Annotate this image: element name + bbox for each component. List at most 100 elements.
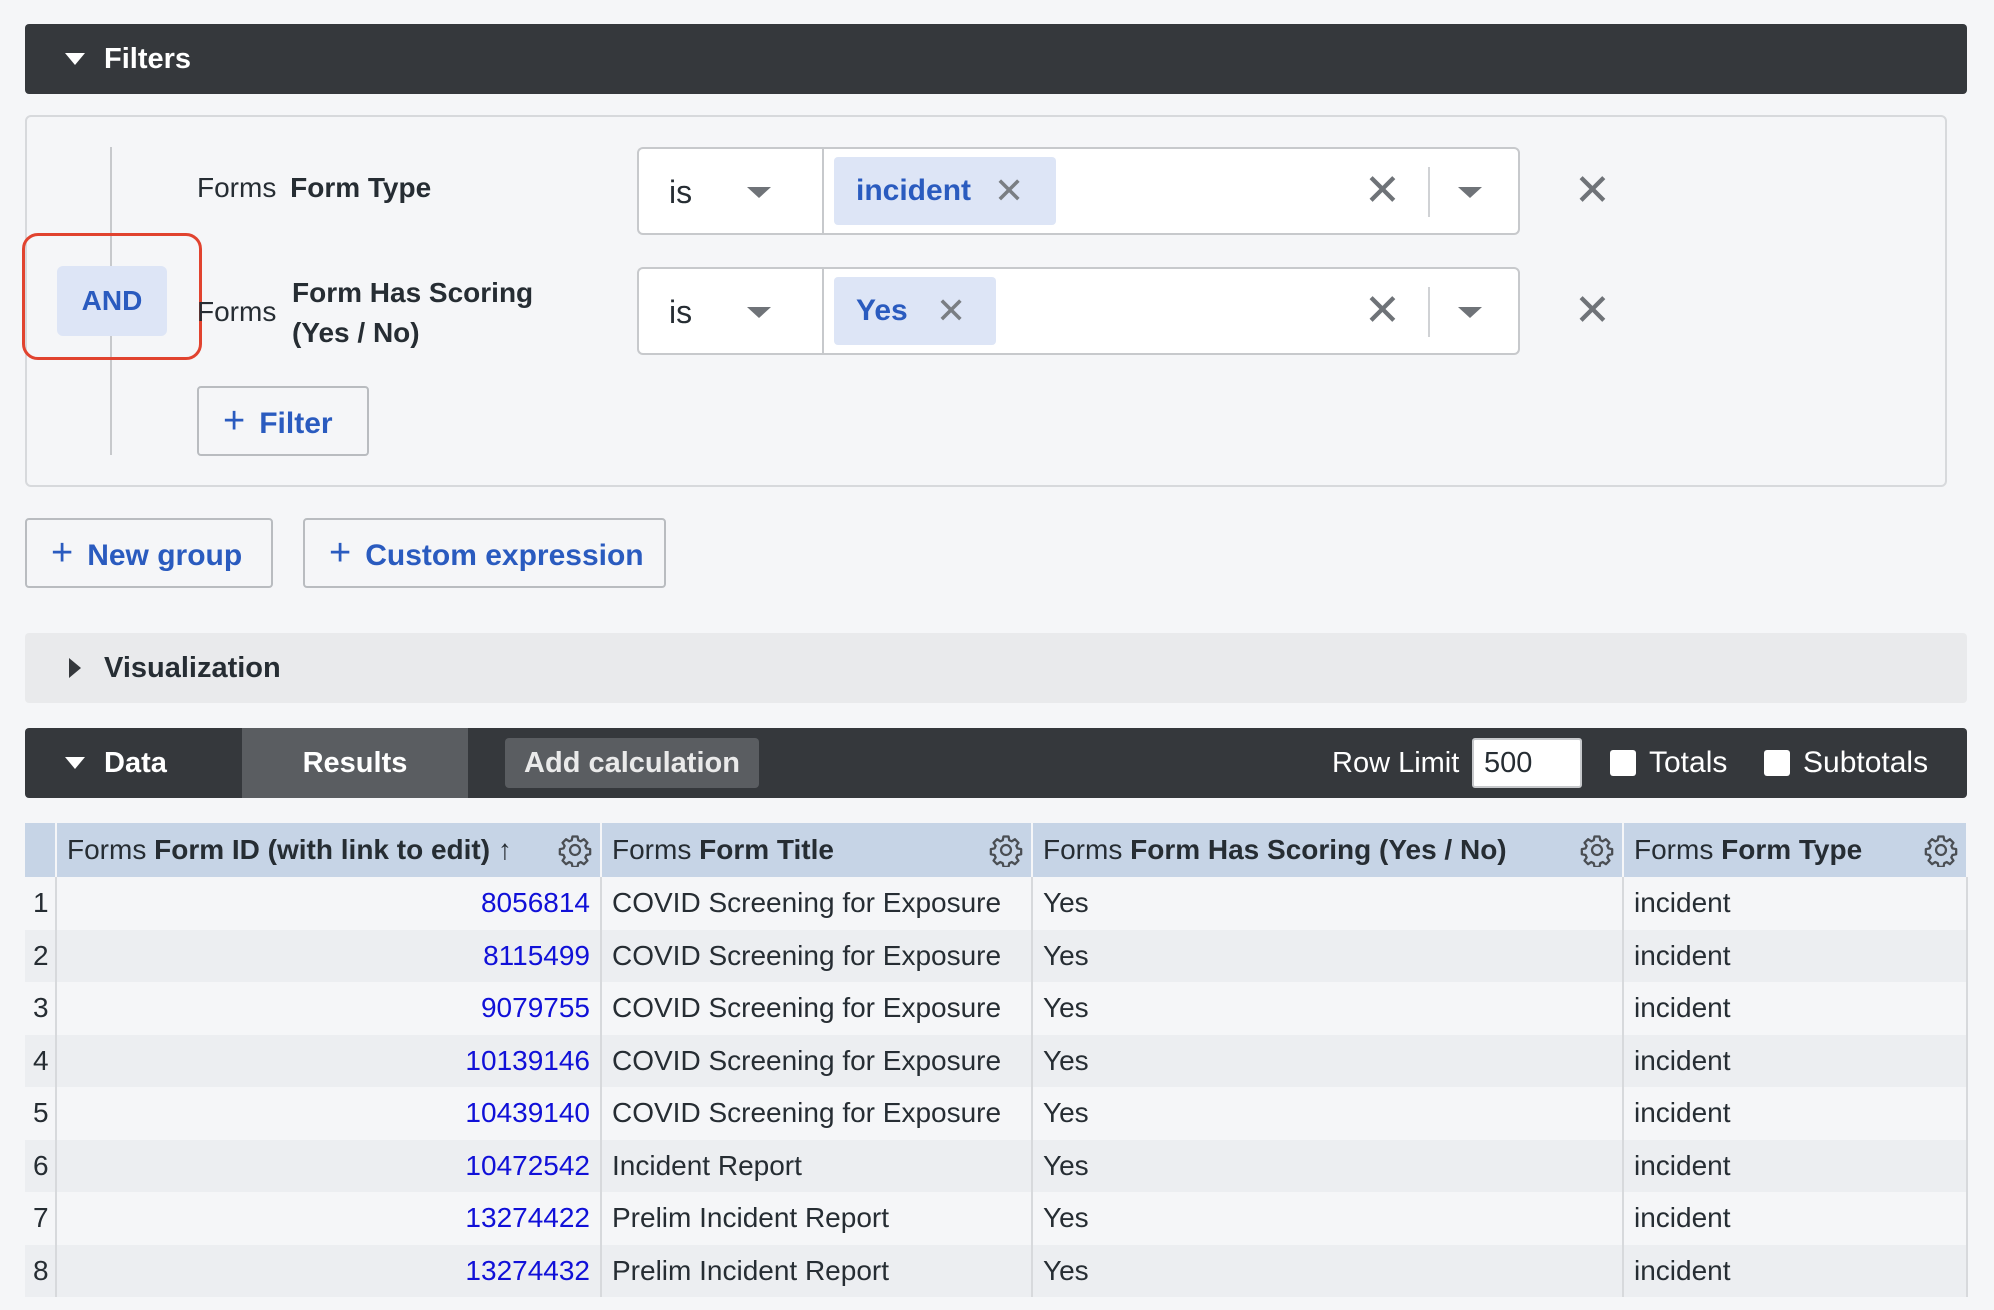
form-id-link[interactable]: 10139146 bbox=[56, 1034, 602, 1087]
close-icon[interactable]: ✕ bbox=[994, 157, 1024, 225]
form-scoring-cell: Yes bbox=[1032, 1087, 1624, 1140]
plus-icon: + bbox=[223, 400, 246, 442]
remove-filter-icon[interactable]: ✕ bbox=[1574, 167, 1611, 215]
filter-operator-select[interactable]: is bbox=[637, 147, 823, 235]
subtotals-checkbox[interactable] bbox=[1764, 750, 1790, 776]
filter-field-name: Form Has Scoring bbox=[292, 277, 534, 308]
form-scoring-cell: Yes bbox=[1032, 1139, 1624, 1192]
divider bbox=[1428, 287, 1430, 337]
row-index: 6 bbox=[25, 1139, 57, 1192]
form-title-cell: COVID Screening for Exposure bbox=[601, 982, 1033, 1035]
gear-icon[interactable] bbox=[1580, 833, 1614, 867]
table-row: 7 13274422 Prelim Incident Report Yes in… bbox=[25, 1192, 1968, 1245]
plus-icon: + bbox=[329, 532, 352, 574]
filters-title: Filters bbox=[104, 43, 192, 75]
results-table: Forms Form ID (with link to edit) ↑ Form… bbox=[25, 823, 1968, 1297]
form-type-cell: incident bbox=[1623, 1139, 1968, 1192]
row-index: 3 bbox=[25, 982, 57, 1035]
filter-operator-select[interactable]: is bbox=[637, 267, 823, 355]
table-row: 1 8056814 COVID Screening for Exposure Y… bbox=[25, 877, 1968, 930]
filter-field-label: Form Has Scoring (Yes / No) bbox=[292, 273, 533, 353]
custom-expression-button[interactable]: + Custom expression bbox=[303, 518, 666, 588]
form-title-cell: COVID Screening for Exposure bbox=[601, 1034, 1033, 1087]
plus-icon: + bbox=[51, 532, 74, 574]
form-title-cell: Prelim Incident Report bbox=[601, 1192, 1033, 1245]
gear-icon[interactable] bbox=[989, 833, 1023, 867]
form-type-cell: incident bbox=[1623, 1034, 1968, 1087]
row-limit-label: Row Limit bbox=[1332, 747, 1460, 779]
form-id-link[interactable]: 9079755 bbox=[56, 982, 602, 1035]
clear-icon[interactable]: ✕ bbox=[1364, 167, 1401, 215]
filter-field-name-line2: (Yes / No) bbox=[292, 317, 420, 348]
row-index-header bbox=[25, 823, 57, 877]
row-index: 5 bbox=[25, 1087, 57, 1140]
filter-operator-value: is bbox=[669, 294, 693, 330]
data-section-header: Data Results Add calculation Row Limit T… bbox=[25, 728, 1967, 798]
filter-value-input[interactable]: incident ✕ ✕ bbox=[822, 147, 1520, 235]
row-index: 7 bbox=[25, 1192, 57, 1245]
remove-filter-icon[interactable]: ✕ bbox=[1574, 287, 1611, 335]
form-type-cell: incident bbox=[1623, 1192, 1968, 1245]
chevron-down-icon[interactable] bbox=[1458, 307, 1482, 318]
row-index: 8 bbox=[25, 1244, 57, 1297]
new-group-button[interactable]: + New group bbox=[25, 518, 273, 588]
table-header-row: Forms Form ID (with link to edit) ↑ Form… bbox=[25, 823, 1968, 877]
form-id-link[interactable]: 10472542 bbox=[56, 1139, 602, 1192]
filter-operator-value: is bbox=[669, 174, 693, 210]
form-id-link[interactable]: 13274432 bbox=[56, 1244, 602, 1297]
close-icon[interactable]: ✕ bbox=[936, 277, 966, 345]
row-index: 4 bbox=[25, 1034, 57, 1087]
table-row: 6 10472542 Incident Report Yes incident bbox=[25, 1139, 1968, 1192]
filter-value-input[interactable]: Yes ✕ ✕ bbox=[822, 267, 1520, 355]
form-scoring-cell: Yes bbox=[1032, 929, 1624, 982]
clear-icon[interactable]: ✕ bbox=[1364, 287, 1401, 335]
column-header-form-title[interactable]: Forms Form Title bbox=[601, 823, 1033, 877]
triangle-down-icon[interactable] bbox=[65, 757, 85, 769]
triangle-down-icon bbox=[65, 53, 85, 65]
add-calculation-button[interactable]: Add calculation bbox=[505, 738, 759, 788]
form-type-cell: incident bbox=[1623, 1244, 1968, 1297]
filter-value-chip: incident ✕ bbox=[834, 157, 1056, 225]
form-type-cell: incident bbox=[1623, 877, 1968, 930]
filter-field-name: Form Type bbox=[290, 172, 432, 203]
table-row: 8 13274432 Prelim Incident Report Yes in… bbox=[25, 1244, 1968, 1297]
form-type-cell: incident bbox=[1623, 929, 1968, 982]
add-filter-button[interactable]: + Filter bbox=[197, 386, 369, 456]
gear-icon[interactable] bbox=[1924, 833, 1958, 867]
form-type-cell: incident bbox=[1623, 982, 1968, 1035]
form-scoring-cell: Yes bbox=[1032, 1192, 1624, 1245]
filters-section-header[interactable]: Filters bbox=[25, 24, 1967, 94]
visualization-title: Visualization bbox=[104, 652, 281, 684]
form-id-link[interactable]: 8115499 bbox=[56, 929, 602, 982]
subtotals-label: Subtotals bbox=[1803, 746, 1929, 779]
and-operator-toggle[interactable]: AND bbox=[57, 266, 167, 336]
form-scoring-cell: Yes bbox=[1032, 1034, 1624, 1087]
data-tab[interactable]: Data bbox=[104, 728, 167, 798]
form-title-cell: COVID Screening for Exposure bbox=[601, 877, 1033, 930]
table-row: 3 9079755 COVID Screening for Exposure Y… bbox=[25, 982, 1968, 1035]
form-id-link[interactable]: 8056814 bbox=[56, 877, 602, 930]
column-header-form-has-scoring[interactable]: Forms Form Has Scoring (Yes / No) bbox=[1032, 823, 1624, 877]
results-tab[interactable]: Results bbox=[242, 728, 468, 798]
row-index: 1 bbox=[25, 877, 57, 930]
form-scoring-cell: Yes bbox=[1032, 982, 1624, 1035]
form-id-link[interactable]: 10439140 bbox=[56, 1087, 602, 1140]
table-row: 2 8115499 COVID Screening for Exposure Y… bbox=[25, 929, 1968, 982]
totals-checkbox[interactable] bbox=[1610, 750, 1636, 776]
chevron-down-icon[interactable] bbox=[1458, 187, 1482, 198]
gear-icon[interactable] bbox=[558, 833, 592, 867]
table-row: 4 10139146 COVID Screening for Exposure … bbox=[25, 1034, 1968, 1087]
column-header-form-type[interactable]: Forms Form Type bbox=[1623, 823, 1968, 877]
filter-value-chip-label: incident bbox=[856, 174, 972, 207]
form-title-cell: COVID Screening for Exposure bbox=[601, 929, 1033, 982]
triangle-right-icon bbox=[69, 658, 81, 678]
row-limit-input[interactable] bbox=[1472, 738, 1582, 788]
filter-field-label: Forms Form Type bbox=[197, 172, 431, 204]
filter-view-name: Forms bbox=[197, 172, 277, 203]
arrow-up-icon: ↑ bbox=[497, 834, 512, 865]
divider bbox=[1428, 167, 1430, 217]
visualization-section-header[interactable]: Visualization bbox=[25, 633, 1967, 703]
form-id-link[interactable]: 13274422 bbox=[56, 1192, 602, 1245]
row-index: 2 bbox=[25, 929, 57, 982]
column-header-form-id[interactable]: Forms Form ID (with link to edit) ↑ bbox=[56, 823, 602, 877]
